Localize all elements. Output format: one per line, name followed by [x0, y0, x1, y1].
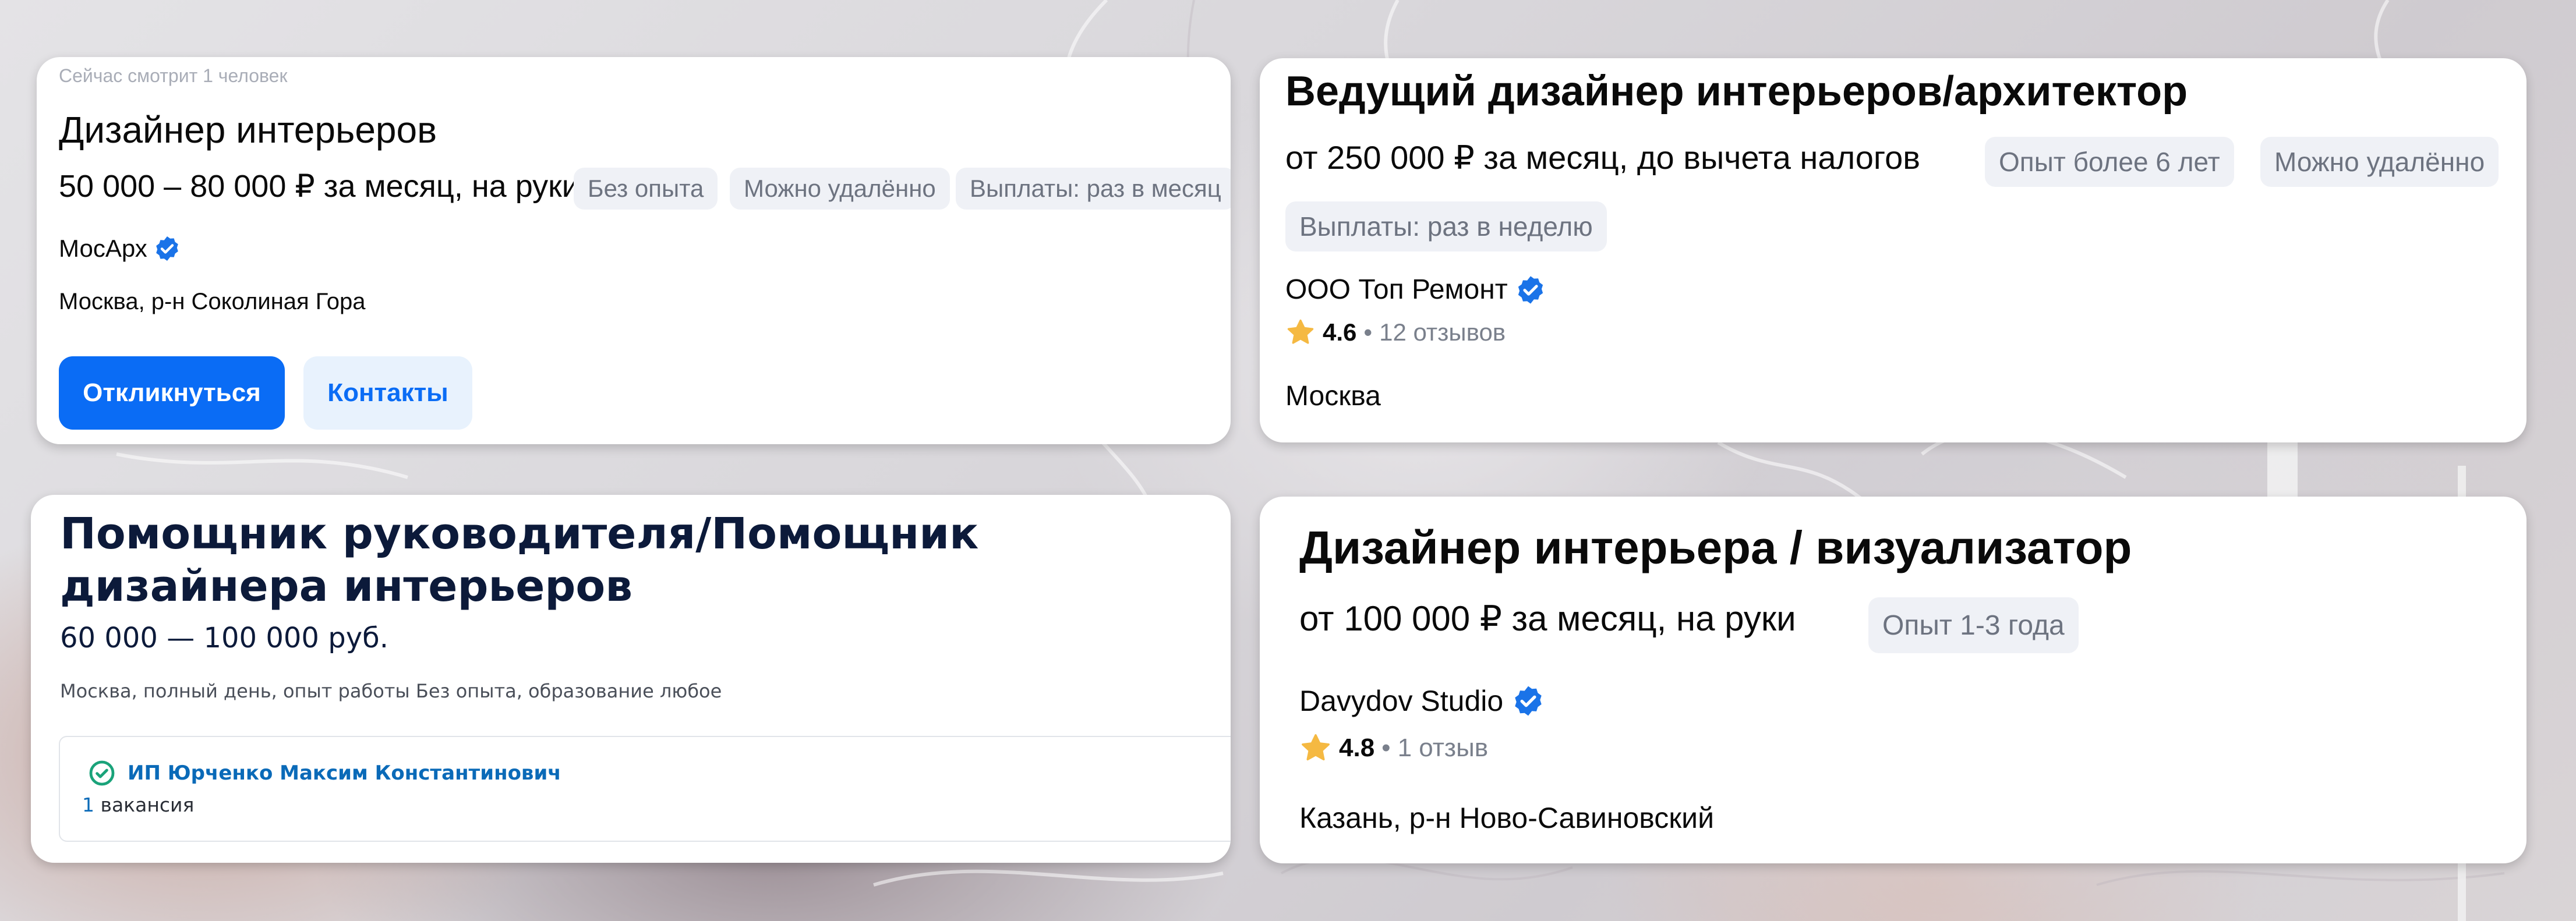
vacancy-card-designer-interiors[interactable]: Сейчас смотрит 1 человек Дизайнер интерь… [37, 57, 1231, 444]
rating-value: 4.8 [1339, 734, 1375, 762]
vacancy-address: Москва, р-н Соколиная Гора [59, 289, 366, 314]
company-rating[interactable]: 4.6 • 12 отзывов [1285, 317, 1506, 348]
company-name[interactable]: Davydov Studio [1299, 684, 1503, 718]
vacancy-count[interactable]: 1 вакансия [82, 794, 194, 816]
company-name[interactable]: ООО Топ Ремонт [1285, 274, 1508, 306]
vacancy-title[interactable]: Дизайнер интерьеров [59, 108, 437, 151]
star-icon [1287, 319, 1314, 344]
vacancy-city: Казань, р-н Ново-Савиновский [1299, 802, 1715, 834]
vacancy-salary: от 100 000 ₽ за месяц, на руки [1299, 599, 1796, 638]
vacancy-count-label: вакансия [100, 794, 195, 816]
reviews-link[interactable]: 12 отзывов [1379, 318, 1506, 346]
company-name[interactable]: МосАрх [59, 235, 147, 263]
employer-box[interactable]: ИП Юрченко Максим Константинович 1 вакан… [59, 736, 1231, 842]
vacancy-count-number[interactable]: 1 [82, 794, 94, 816]
tag-experience: Опыт 1-3 года [1868, 597, 2079, 653]
reviews-link[interactable]: 1 отзыв [1398, 734, 1489, 763]
vacancy-title[interactable]: Ведущий дизайнер интерьеров/архитектор [1285, 68, 2188, 115]
tag-experience: Опыт более 6 лет [1985, 137, 2234, 187]
company[interactable]: МосАрх [59, 235, 181, 263]
vacancy-title[interactable]: Помощник руководителя/Помощник дизайнера… [60, 508, 1167, 612]
tag-payouts: Выплаты: раз в неделю [1285, 201, 1607, 251]
company[interactable]: Davydov Studio [1299, 684, 1545, 718]
vacancy-salary: от 250 000 ₽ за месяц, до вычета налогов [1285, 139, 1921, 176]
rating-value: 4.6 [1323, 318, 1357, 346]
vacancy-salary: 50 000 – 80 000 ₽ за месяц, на руки [59, 169, 579, 204]
check-circle-icon [89, 760, 115, 786]
employer-name[interactable]: ИП Юрченко Максим Константинович [128, 761, 561, 785]
vacancy-city: Москва [1285, 381, 1381, 412]
vacancy-meta: Москва, полный день, опыт работы Без опы… [60, 680, 722, 702]
vacancy-title[interactable]: Дизайнер интерьера / визуализатор [1299, 521, 2132, 575]
vacancy-card-assistant[interactable]: Помощник руководителя/Помощник дизайнера… [31, 495, 1231, 863]
rating-separator: • [1381, 734, 1391, 762]
viewers-count: Сейчас смотрит 1 человек [59, 65, 288, 86]
employer[interactable]: ИП Юрченко Максим Константинович [88, 759, 561, 787]
verified-icon [1518, 275, 1543, 304]
vacancy-card-lead-designer[interactable]: Ведущий дизайнер интерьеров/архитектор о… [1260, 58, 2526, 442]
star-icon [1302, 734, 1330, 761]
tag-experience: Без опыта [574, 168, 718, 210]
verified-icon [156, 236, 178, 261]
verified-icon [1515, 686, 1542, 716]
company[interactable]: ООО Топ Ремонт [1285, 274, 1546, 306]
vacancy-card-visualizer[interactable]: Дизайнер интерьера / визуализатор от 100… [1260, 497, 2526, 863]
tag-remote: Можно удалённо [2260, 137, 2499, 187]
company-rating[interactable]: 4.8 • 1 отзыв [1299, 732, 1488, 764]
vacancy-salary: 60 000 — 100 000 руб. [60, 622, 388, 654]
tag-payouts: Выплаты: раз в месяц [956, 168, 1231, 210]
contacts-button[interactable]: Контакты [303, 356, 472, 430]
rating-separator: • [1363, 318, 1373, 346]
respond-button[interactable]: Откликнуться [59, 356, 285, 430]
tag-remote: Можно удалённо [730, 168, 950, 210]
